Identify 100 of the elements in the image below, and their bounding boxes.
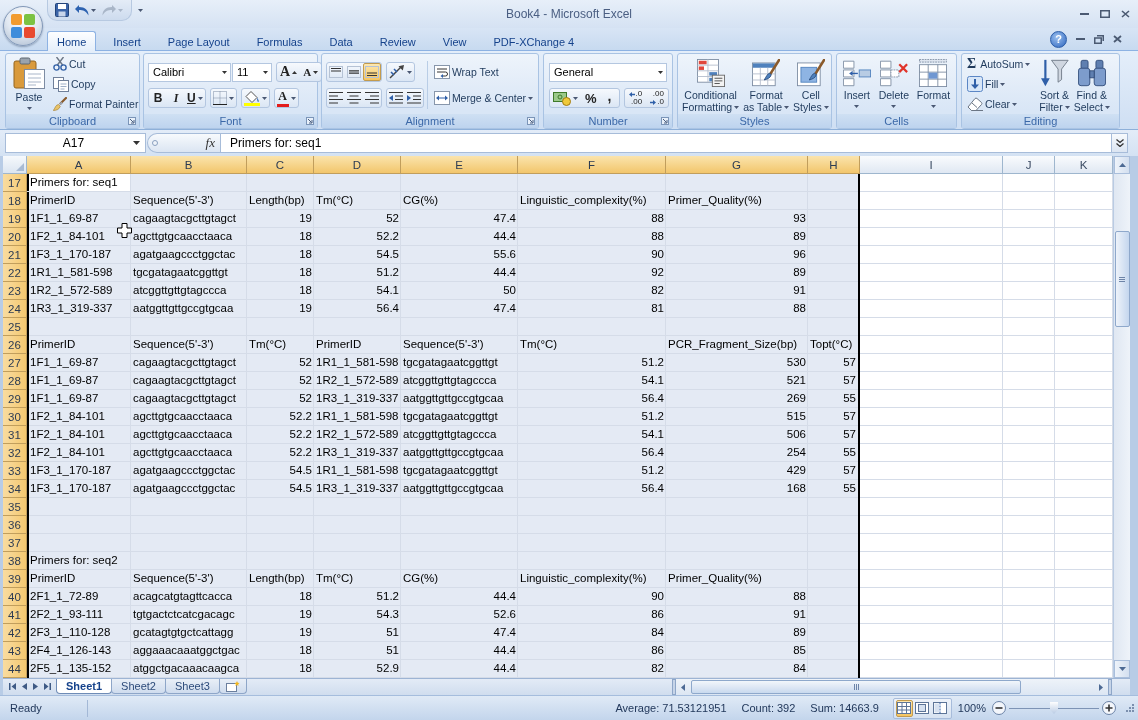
formula-field[interactable]: Primers for: seq1 — [220, 133, 1112, 153]
sheet-tab[interactable]: Sheet3 — [164, 679, 220, 694]
column-header[interactable]: C — [247, 156, 314, 174]
format-button[interactable]: Format — [914, 54, 953, 112]
ribbon-tab[interactable]: Home — [47, 31, 97, 51]
font-size-field[interactable]: 11 — [232, 62, 272, 82]
restore-icon[interactable] — [1094, 34, 1104, 44]
column-header[interactable]: I — [860, 156, 1003, 174]
row-header[interactable]: 34 — [3, 480, 27, 498]
align-bottom-button[interactable] — [363, 63, 381, 81]
grow-font-button[interactable]: A — [277, 63, 301, 81]
expand-formula-button[interactable] — [1112, 133, 1128, 153]
scroll-down-button[interactable] — [1114, 660, 1130, 678]
undo-icon[interactable] — [75, 4, 89, 16]
dialog-launcher-icon[interactable] — [306, 117, 314, 125]
close-icon[interactable] — [1113, 35, 1122, 43]
row-header[interactable]: 25 — [3, 318, 27, 336]
insert-button[interactable]: Insert — [840, 54, 873, 112]
column-header[interactable]: F — [518, 156, 666, 174]
row-header[interactable]: 27 — [3, 354, 27, 372]
row-header[interactable]: 44 — [3, 660, 27, 678]
align-top-button[interactable] — [327, 63, 345, 81]
plus-icon[interactable] — [1102, 701, 1116, 715]
row-header[interactable]: 23 — [3, 282, 27, 300]
autosum-button[interactable]: Σ AutoSum — [964, 54, 1034, 74]
align-center-button[interactable] — [345, 89, 363, 107]
cut-button[interactable]: Cut — [50, 54, 142, 74]
vertical-scrollbar[interactable] — [1113, 156, 1130, 678]
row-header[interactable]: 39 — [3, 570, 27, 588]
decrease-decimal-button[interactable]: .00 .0 — [646, 89, 668, 107]
zoom-slider-thumb[interactable] — [1050, 702, 1058, 714]
ribbon-tab[interactable]: View — [432, 31, 477, 51]
page-break-view-button[interactable] — [931, 699, 949, 717]
orientation-button[interactable] — [386, 62, 415, 82]
left-triangle-icon[interactable] — [22, 683, 27, 690]
scroll-up-button[interactable] — [1114, 156, 1130, 174]
row-header[interactable]: 30 — [3, 408, 27, 426]
scrollbar-thumb[interactable] — [691, 680, 1021, 694]
ribbon-tab[interactable]: Review — [369, 31, 426, 51]
borders-button[interactable] — [209, 88, 237, 108]
merge-center-button[interactable]: Merge & Center — [430, 88, 536, 108]
row-header[interactable]: 42 — [3, 624, 27, 642]
bold-button[interactable]: B — [149, 89, 167, 107]
fill-color-button[interactable] — [240, 88, 270, 108]
scrollbar-thumb[interactable] — [1114, 231, 1130, 327]
sheet-tab[interactable]: Sheet1 — [56, 679, 113, 694]
row-header[interactable]: 29 — [3, 390, 27, 408]
dialog-launcher-icon[interactable] — [661, 117, 669, 125]
row-header[interactable]: 28 — [3, 372, 27, 390]
row-header[interactable]: 36 — [3, 516, 27, 534]
ribbon-tab[interactable]: Data — [319, 31, 363, 51]
column-header[interactable]: H — [808, 156, 860, 174]
ribbon-tab[interactable]: PDF-XChange 4 — [483, 31, 585, 51]
row-header[interactable]: 26 — [3, 336, 27, 354]
clear-button[interactable]: Clear — [964, 94, 1034, 114]
row-header[interactable]: 35 — [3, 498, 27, 516]
ribbon-tab[interactable]: Insert — [103, 31, 151, 51]
name-box[interactable]: A17 — [5, 133, 146, 153]
dialog-launcher-icon[interactable] — [128, 117, 136, 125]
delete-button[interactable]: Delete — [876, 54, 912, 112]
skip-right-icon[interactable] — [44, 683, 51, 690]
skip-left-icon[interactable] — [9, 683, 16, 690]
maximize-icon[interactable] — [1100, 10, 1110, 18]
row-header[interactable]: 19 — [3, 210, 27, 228]
column-header[interactable]: K — [1055, 156, 1113, 174]
row-header[interactable]: 18 — [3, 192, 27, 210]
conditional-formatting-button[interactable]: Conditional Formatting — [680, 54, 742, 114]
normal-view-button[interactable] — [895, 699, 913, 717]
horizontal-scrollbar[interactable] — [672, 679, 1112, 695]
align-middle-button[interactable] — [345, 63, 363, 81]
insert-sheet-button[interactable] — [218, 679, 247, 694]
dialog-launcher-icon[interactable] — [527, 117, 535, 125]
column-header[interactable]: D — [314, 156, 401, 174]
page-layout-view-button[interactable] — [913, 699, 931, 717]
underline-button[interactable]: U — [185, 89, 205, 107]
cell-styles-button[interactable]: Cell Styles — [791, 54, 831, 114]
accounting-format-button[interactable] — [550, 89, 581, 107]
row-header[interactable]: 40 — [3, 588, 27, 606]
row-header[interactable]: 32 — [3, 444, 27, 462]
row-header[interactable]: 43 — [3, 642, 27, 660]
row-header[interactable]: 41 — [3, 606, 27, 624]
comma-style-button[interactable]: , — [600, 89, 619, 107]
column-header[interactable]: G — [666, 156, 808, 174]
close-icon[interactable] — [1121, 10, 1130, 18]
caret-icon[interactable] — [133, 141, 140, 145]
row-header[interactable]: 37 — [3, 534, 27, 552]
sort-filter-button[interactable]: Sort & Filter — [1037, 54, 1072, 114]
italic-button[interactable]: I — [167, 89, 185, 107]
column-header[interactable]: J — [1003, 156, 1055, 174]
paste-button[interactable]: Paste — [8, 54, 50, 114]
row-header[interactable]: 17 — [3, 174, 27, 192]
row-header[interactable]: 22 — [3, 264, 27, 282]
minus-icon[interactable] — [992, 701, 1006, 715]
fill-button[interactable]: Fill — [964, 74, 1034, 94]
column-header[interactable]: A — [27, 156, 131, 174]
font-name-field[interactable]: Calibri — [148, 62, 231, 82]
save-icon[interactable] — [55, 3, 69, 17]
decrease-indent-button[interactable] — [387, 89, 405, 107]
row-header[interactable]: 21 — [3, 246, 27, 264]
ribbon-tab[interactable]: Page Layout — [157, 31, 240, 51]
